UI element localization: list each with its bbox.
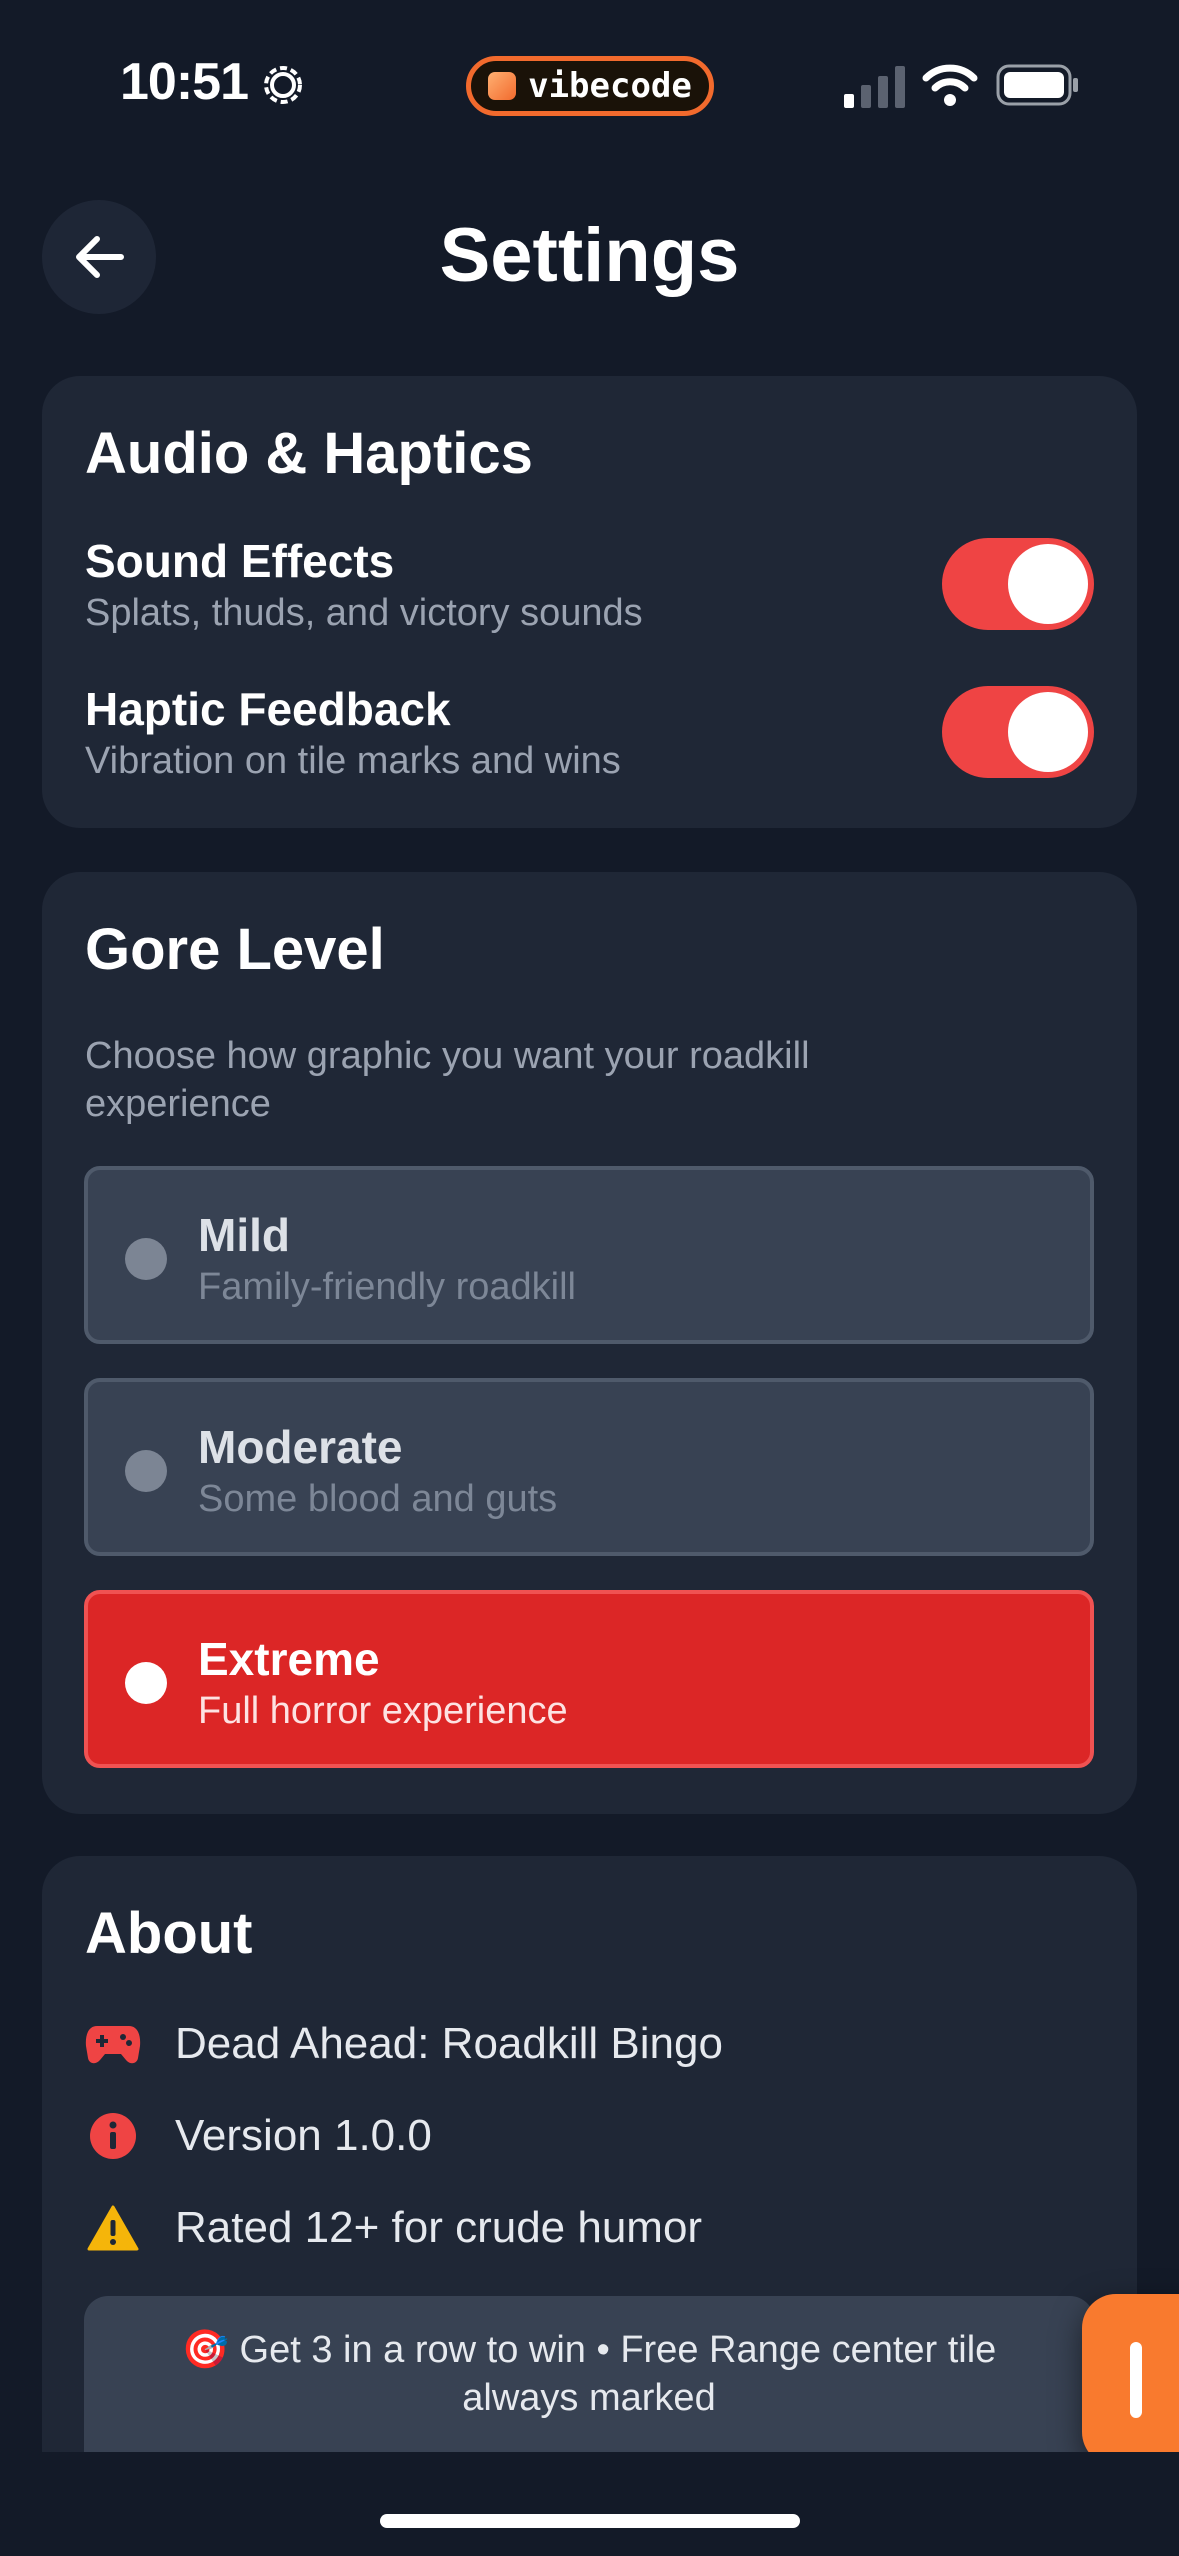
settings-screen: 10:51 vibecode Settings Audio & Haptics … [0,0,1179,2556]
option-label: Extreme [198,1633,380,1685]
about-title: About [85,1901,253,1966]
about-card: About Dead Ahead: Roadkill Bingo Version… [42,1856,1137,2556]
option-label: Mild [198,1209,290,1261]
radio-indicator [125,1238,167,1280]
sound-effects-toggle[interactable] [942,538,1094,630]
gore-option-moderate[interactable]: Moderate Some blood and guts [84,1378,1094,1556]
status-time: 10:51 [120,53,249,111]
gore-level-card: Gore Level Choose how graphic you want y… [42,872,1137,1814]
haptic-feedback-toggle[interactable] [942,686,1094,778]
page-title: Settings [439,213,740,298]
vibecode-logo-icon [488,72,517,100]
fab-bar-icon [1130,2342,1142,2418]
audio-haptics-title: Audio & Haptics [85,421,533,486]
haptic-feedback-description: Vibration on tile marks and wins [85,740,621,782]
vibecode-pill[interactable]: vibecode [466,56,714,116]
bottom-safe-area [0,2452,1179,2556]
vibecode-label: vibecode [528,66,692,106]
option-description: Some blood and guts [198,1478,558,1520]
radio-indicator-selected [125,1662,167,1704]
warning-icon [85,2200,141,2256]
info-icon [85,2108,141,2164]
about-app-name: Dead Ahead: Roadkill Bingo [175,2019,723,2068]
about-row-app-name: Dead Ahead: Roadkill Bingo [85,2014,723,2074]
game-tip-text: 🎯 Get 3 in a row to win • Free Range cen… [181,2329,997,2419]
sound-effects-description: Splats, thuds, and victory sounds [85,592,643,634]
battery-icon [996,64,1078,106]
home-indicator[interactable] [380,2514,800,2528]
haptic-feedback-label: Haptic Feedback [85,683,451,735]
gore-level-description: Choose how graphic you want your roadkil… [85,1035,810,1125]
gore-level-title: Gore Level [85,917,385,982]
radio-indicator [125,1450,167,1492]
gore-option-mild[interactable]: Mild Family-friendly roadkill [84,1166,1094,1344]
about-version: Version 1.0.0 [175,2111,432,2160]
floating-action-button[interactable] [1082,2294,1179,2466]
toggle-knob [1008,544,1088,624]
option-description: Full horror experience [198,1690,568,1732]
sound-effects-label: Sound Effects [85,535,395,587]
gear-icon [264,66,302,104]
about-rating: Rated 12+ for crude humor [175,2203,703,2252]
gore-option-extreme[interactable]: Extreme Full horror experience [84,1590,1094,1768]
gamepad-icon [85,2016,141,2072]
cellular-signal-icon [844,66,905,108]
toggle-knob [1008,692,1088,772]
option-label: Moderate [198,1421,403,1473]
option-description: Family-friendly roadkill [198,1266,576,1308]
about-row-rating: Rated 12+ for crude humor [85,2198,702,2258]
audio-haptics-card: Audio & Haptics Sound Effects Splats, th… [42,376,1137,828]
about-row-version: Version 1.0.0 [85,2106,432,2166]
wifi-icon [922,64,978,106]
